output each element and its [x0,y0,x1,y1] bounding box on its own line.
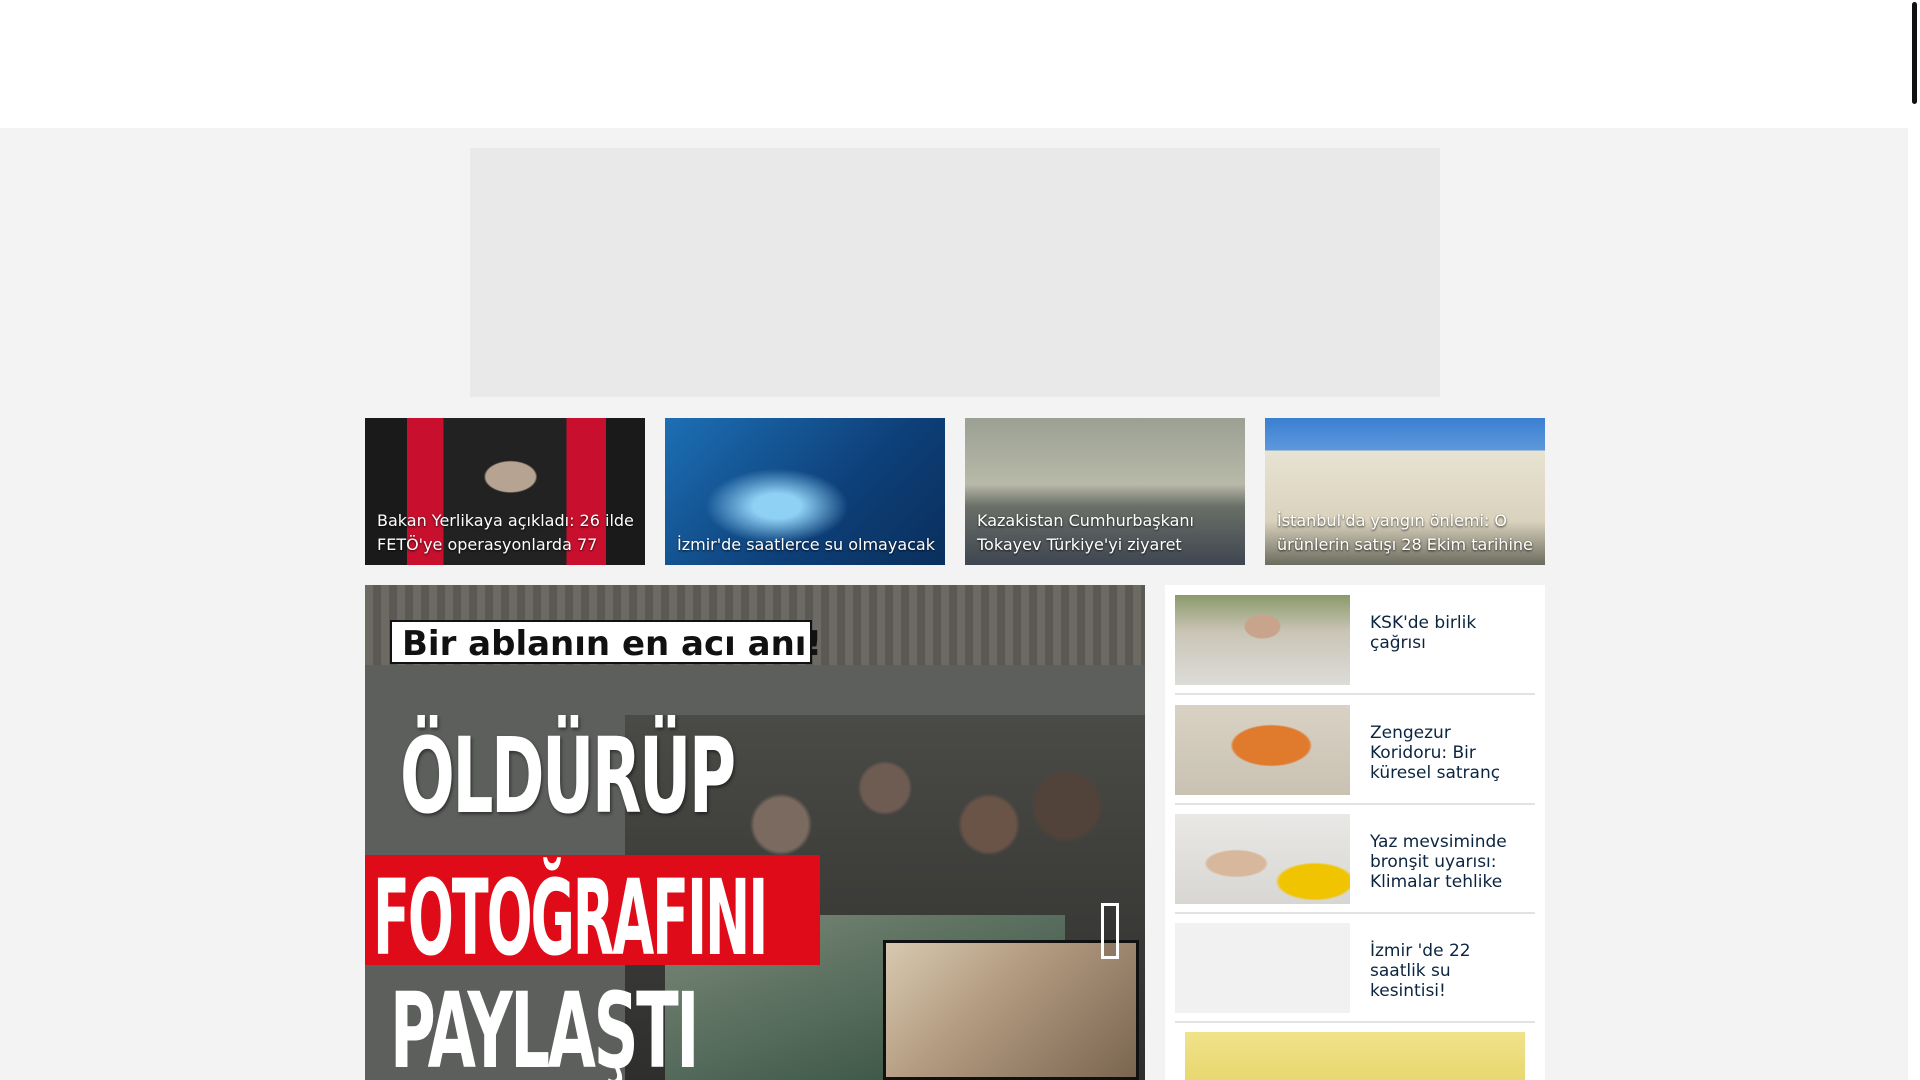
page-scrollbar[interactable] [1908,0,1920,1080]
side-news-title: Zengezur Koridoru: Bir küresel satranç [1370,723,1501,783]
side-news-item[interactable]: İzmir 'de 22 saatlik su kesintisi! [1175,913,1535,1023]
side-news-title: Yaz mevsiminde bronşit uyarısı: Klimalar… [1370,832,1507,892]
hero-headline-line-3: PAYLAŞTI [390,970,699,1080]
side-news-item[interactable]: KSK'de birlik çağrısı [1175,585,1535,695]
news-card-title: Kazakistan Cumhurbaşkanı Tokayev Türkiye… [977,511,1194,554]
hero-label: Bir ablanın en acı anı! [402,624,822,664]
advertisement-banner[interactable] [470,148,1440,397]
news-card-title: İstanbul'da yangın önlemi: O ürünlerin s… [1277,511,1533,554]
news-card[interactable]: Bakan Yerlikaya açıkladı: 26 ilde FETÖ'y… [365,418,645,565]
side-news-title: KSK'de birlik çağrısı [1370,613,1477,653]
top-news-strip: Bakan Yerlikaya açıkladı: 26 ilde FETÖ'y… [365,418,1545,565]
news-card-title: Bakan Yerlikaya açıkladı: 26 ilde FETÖ'y… [377,511,634,554]
site-header [0,0,1908,128]
side-news-title: İzmir 'de 22 saatlik su kesintisi! [1370,941,1471,1001]
hero-headline-line-1: ÖLDÜRÜP [400,715,736,837]
side-news-item[interactable]: Yaz mevsiminde bronşit uyarısı: Klimalar… [1175,804,1535,914]
chevron-right-icon[interactable] [1101,903,1119,959]
side-news-thumbnail [1175,595,1350,685]
scrollbar-thumb[interactable] [1912,2,1917,104]
side-news-thumbnail [1175,705,1350,795]
side-news-thumbnail [1175,814,1350,904]
news-card[interactable]: İzmir'de saatlerce su olmayacak [665,418,945,565]
hero-label-box: Bir ablanın en acı anı! [390,620,822,664]
hero-inset-photo [883,940,1139,1080]
side-advertisement[interactable] [1185,1032,1525,1080]
news-card[interactable]: İstanbul'da yangın önlemi: O ürünlerin s… [1265,418,1545,565]
side-news-list: KSK'de birlik çağrısı Zengezur Koridoru:… [1165,585,1545,1080]
news-card[interactable]: Kazakistan Cumhurbaşkanı Tokayev Türkiye… [965,418,1245,565]
headline-slider[interactable]: Bir ablanın en acı anı! ÖLDÜRÜP FOTOĞRAF… [365,585,1145,1080]
hero-headline-line-2: FOTOĞRAFINI [373,857,768,979]
side-news-item[interactable]: Zengezur Koridoru: Bir küresel satranç [1175,695,1535,805]
side-news-thumbnail [1175,923,1350,1013]
news-card-title: İzmir'de saatlerce su olmayacak [677,535,935,554]
